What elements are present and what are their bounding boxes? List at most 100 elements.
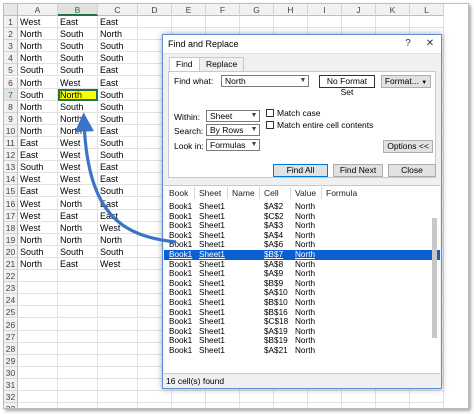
row-header[interactable]: 23 (4, 282, 18, 295)
cell[interactable] (138, 16, 172, 29)
column-header-h[interactable]: H (274, 4, 308, 16)
cell[interactable] (18, 342, 58, 355)
cell[interactable] (58, 330, 98, 343)
result-row[interactable]: Book1 Sheet1 $C$2 North (164, 212, 440, 222)
row-header[interactable]: 33 (4, 403, 18, 408)
cell[interactable] (376, 391, 410, 404)
cell[interactable]: West (18, 221, 58, 234)
cell[interactable] (172, 16, 206, 29)
row-header[interactable]: 10 (4, 124, 18, 137)
row-header[interactable]: 7 (4, 88, 18, 101)
cell[interactable]: East (58, 16, 98, 29)
chevron-down-icon[interactable]: ▼ (298, 76, 308, 86)
cell[interactable] (410, 403, 444, 408)
row-header[interactable]: 16 (4, 197, 18, 210)
cell[interactable] (18, 306, 58, 319)
tab-find[interactable]: Find (169, 57, 200, 72)
cell[interactable] (206, 391, 240, 404)
column-header-b[interactable]: B (58, 4, 98, 16)
cell[interactable]: East (18, 137, 58, 150)
row-header[interactable]: 22 (4, 270, 18, 283)
cell[interactable]: West (58, 173, 98, 186)
column-header-e[interactable]: E (172, 4, 206, 16)
cell[interactable]: South (58, 52, 98, 65)
cell[interactable]: South (98, 149, 138, 162)
result-row[interactable]: Book1 Sheet1 $A$21 North (164, 346, 440, 356)
cell[interactable] (98, 270, 138, 283)
result-row[interactable]: Book1 Sheet1 $B$9 North (164, 279, 440, 289)
cell[interactable] (58, 306, 98, 319)
column-header-g[interactable]: G (240, 4, 274, 16)
cell[interactable] (58, 342, 98, 355)
cell[interactable]: North (18, 76, 58, 89)
cell[interactable]: South (18, 161, 58, 174)
cell[interactable] (98, 342, 138, 355)
cell[interactable] (58, 379, 98, 392)
row-header[interactable]: 18 (4, 221, 18, 234)
result-row[interactable]: Book1 Sheet1 $A$8 North (164, 260, 440, 270)
cell[interactable] (58, 391, 98, 404)
cell[interactable] (58, 318, 98, 331)
row-header[interactable]: 6 (4, 76, 18, 89)
cell[interactable] (274, 16, 308, 29)
select-all-corner[interactable] (4, 4, 18, 16)
close-button[interactable]: Close (388, 164, 436, 177)
results-header-cell[interactable]: Cell (264, 188, 279, 198)
row-header[interactable]: 9 (4, 112, 18, 125)
cell[interactable]: South (58, 28, 98, 41)
result-row[interactable]: Book1 Sheet1 $A$6 North (164, 240, 440, 250)
match-entire-checkbox[interactable] (266, 121, 274, 129)
results-list[interactable]: Book Sheet Name Cell Value Formula Book1… (164, 185, 440, 374)
cell[interactable]: North (18, 28, 58, 41)
cell[interactable]: North (58, 197, 98, 210)
format-button[interactable]: Format... ▼ (381, 75, 431, 88)
result-row-selected[interactable]: Book1 Sheet1 $B$7 North (164, 250, 440, 260)
cell[interactable]: South (18, 245, 58, 258)
cell[interactable]: West (58, 161, 98, 174)
look-in-select[interactable]: Formulas ▼ (206, 139, 260, 151)
row-header[interactable]: 28 (4, 342, 18, 355)
cell[interactable]: East (98, 161, 138, 174)
options-button[interactable]: Options << (383, 140, 433, 153)
cell[interactable]: East (98, 197, 138, 210)
column-header-j[interactable]: J (342, 4, 376, 16)
cell[interactable] (308, 403, 342, 408)
cell[interactable]: South (58, 64, 98, 77)
row-header[interactable]: 17 (4, 209, 18, 222)
cell[interactable] (138, 391, 172, 404)
search-select[interactable]: By Rows ▼ (206, 124, 260, 136)
help-icon[interactable]: ? (399, 37, 417, 51)
cell[interactable]: South (58, 100, 98, 113)
cell[interactable]: North (18, 100, 58, 113)
cell[interactable] (240, 391, 274, 404)
cell[interactable] (308, 391, 342, 404)
cell[interactable] (18, 391, 58, 404)
results-header-formula[interactable]: Formula (326, 188, 357, 198)
column-header-c[interactable]: C (98, 4, 138, 16)
results-header-value[interactable]: Value (295, 188, 316, 198)
cell[interactable]: North (18, 233, 58, 246)
cell[interactable]: East (18, 185, 58, 198)
cell[interactable]: North (58, 221, 98, 234)
find-what-input[interactable]: North ▼ (221, 75, 309, 87)
column-header-d[interactable]: D (138, 4, 172, 16)
column-header-f[interactable]: F (206, 4, 240, 16)
cell[interactable] (18, 379, 58, 392)
result-row[interactable]: Book1 Sheet1 $A$3 North (164, 221, 440, 231)
cell[interactable]: South (98, 185, 138, 198)
cell[interactable]: South (98, 112, 138, 125)
results-header-name[interactable]: Name (232, 188, 255, 198)
cell[interactable] (274, 391, 308, 404)
cell[interactable]: South (18, 64, 58, 77)
row-header[interactable]: 27 (4, 330, 18, 343)
row-header[interactable]: 14 (4, 173, 18, 186)
row-header[interactable]: 2 (4, 28, 18, 41)
results-header-book[interactable]: Book (169, 188, 188, 198)
cell[interactable] (58, 294, 98, 307)
cell[interactable] (274, 403, 308, 408)
result-row[interactable]: Book1 Sheet1 $A$4 North (164, 231, 440, 241)
cell[interactable]: West (18, 209, 58, 222)
within-select[interactable]: Sheet ▼ (206, 110, 260, 122)
cell[interactable] (18, 366, 58, 379)
cell[interactable] (410, 391, 444, 404)
